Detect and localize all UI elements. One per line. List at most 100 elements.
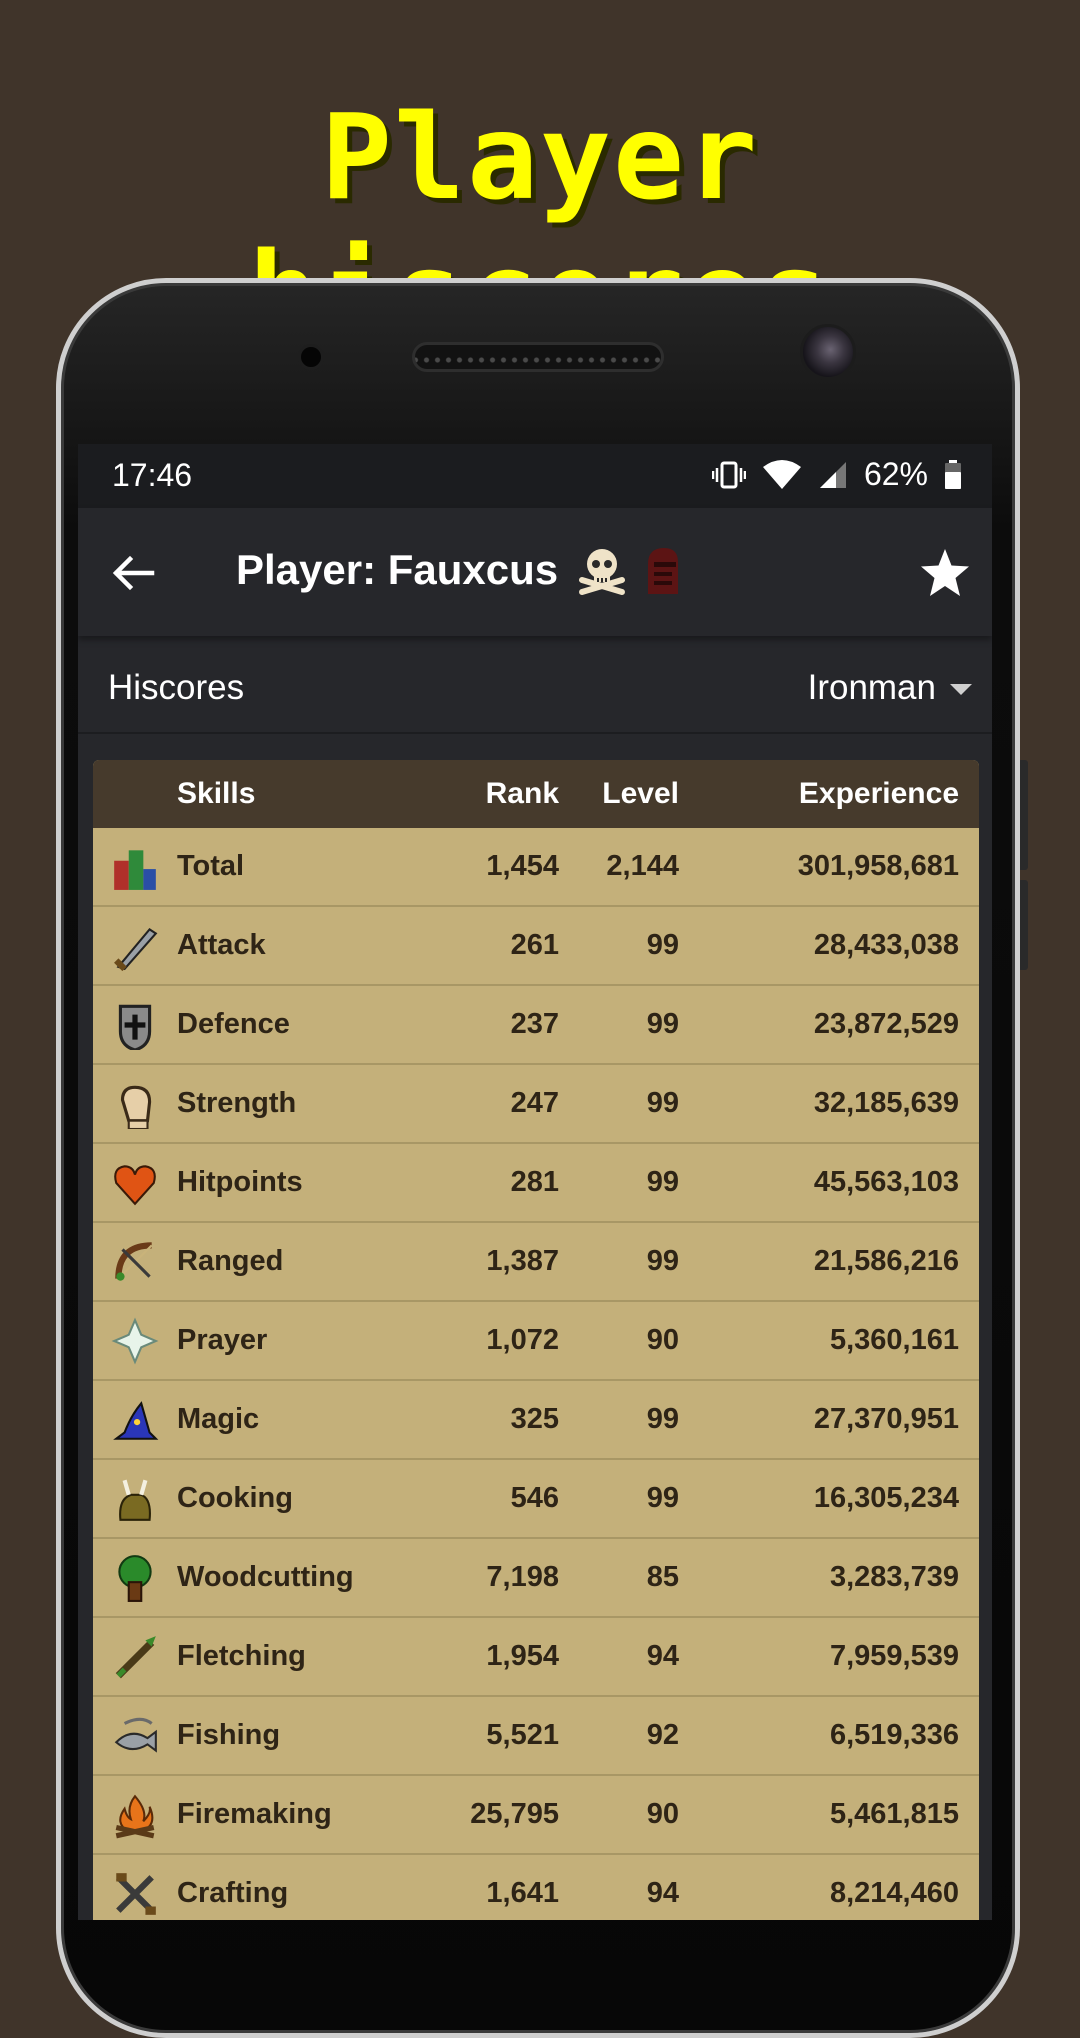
skill-rank: 325 xyxy=(510,1403,559,1435)
hardcore-helmet-icon xyxy=(648,548,678,594)
skill-experience: 5,360,161 xyxy=(829,1324,959,1356)
table-row[interactable]: Defence 237 99 23,872,529 xyxy=(93,986,979,1065)
skill-rank: 281 xyxy=(510,1166,559,1198)
table-header: Skills Rank Level Experience xyxy=(93,760,979,828)
skill-name: Defence xyxy=(177,1008,290,1040)
table-row[interactable]: Hitpoints 281 99 45,563,103 xyxy=(93,1144,979,1223)
table-row[interactable]: Magic 325 99 27,370,951 xyxy=(93,1381,979,1460)
skill-rank: 1,072 xyxy=(486,1324,559,1356)
fletching-icon xyxy=(115,1635,156,1678)
status-bar: 17:46 62% xyxy=(78,444,992,508)
skill-name: Firemaking xyxy=(177,1798,332,1830)
hiscores-label: Hiscores xyxy=(108,668,245,707)
table-row[interactable]: Attack 261 99 28,433,038 xyxy=(93,907,979,986)
table-row[interactable]: Ranged 1,387 99 21,586,216 xyxy=(93,1223,979,1302)
table-row[interactable]: Woodcutting 7,198 85 3,283,739 xyxy=(93,1539,979,1618)
crafting-icon xyxy=(116,1872,156,1915)
skill-name: Crafting xyxy=(177,1877,289,1909)
prayer-icon xyxy=(111,1317,159,1364)
strength-icon xyxy=(120,1085,152,1129)
header-experience: Experience xyxy=(798,777,959,810)
table-row[interactable]: Fishing 5,521 92 6,519,336 xyxy=(93,1697,979,1776)
table-row[interactable]: Firemaking 25,795 90 5,461,815 xyxy=(93,1776,979,1855)
battery-icon xyxy=(945,459,961,489)
skill-name: Strength xyxy=(177,1087,297,1119)
back-arrow-icon[interactable] xyxy=(108,548,158,598)
table-row[interactable]: Fletching 1,954 94 7,959,539 xyxy=(93,1618,979,1697)
skill-level: 90 xyxy=(646,1798,679,1830)
skill-name: Fletching xyxy=(177,1640,306,1672)
skill-name: Hitpoints xyxy=(177,1166,303,1198)
skill-level: 99 xyxy=(646,929,679,961)
firemaking-icon xyxy=(115,1794,155,1838)
skill-level: 99 xyxy=(646,1245,679,1277)
skill-level: 99 xyxy=(646,1482,679,1514)
skill-experience: 8,214,460 xyxy=(829,1877,959,1909)
skill-experience: 6,519,336 xyxy=(829,1719,959,1751)
hitpoints-icon xyxy=(114,1164,156,1205)
skill-experience: 32,185,639 xyxy=(813,1087,959,1119)
skill-experience: 301,958,681 xyxy=(797,850,959,882)
skill-name: Prayer xyxy=(177,1324,268,1356)
skill-experience: 45,563,103 xyxy=(813,1166,959,1198)
skill-name: Fishing xyxy=(177,1719,281,1751)
skill-name: Woodcutting xyxy=(177,1561,354,1593)
skill-rank: 546 xyxy=(510,1482,559,1514)
skill-name: Attack xyxy=(177,929,266,961)
skill-level: 99 xyxy=(646,1403,679,1435)
total-icon xyxy=(114,849,156,890)
table-row[interactable]: Prayer 1,072 90 5,360,161 xyxy=(93,1302,979,1381)
app-toolbar: Player: Fauxcus xyxy=(78,508,992,636)
hiscores-table: Skills Rank Level Experience Total 1,454 2… xyxy=(93,760,979,1920)
woodcutting-icon xyxy=(118,1554,152,1602)
table-row[interactable]: Crafting 1,641 94 8,214,460 xyxy=(93,1855,979,1920)
skill-rank: 261 xyxy=(510,929,559,961)
hiscores-subbar: Hiscores Ironman xyxy=(78,636,992,734)
signal-icon xyxy=(819,461,846,488)
skill-experience: 16,305,234 xyxy=(813,1482,959,1514)
skill-experience: 5,461,815 xyxy=(829,1798,959,1830)
skill-experience: 28,433,038 xyxy=(813,929,959,961)
skill-rank: 1,454 xyxy=(486,850,559,882)
skill-experience: 7,959,539 xyxy=(829,1640,959,1672)
skill-experience: 3,283,739 xyxy=(829,1561,959,1593)
skill-rank: 247 xyxy=(510,1087,559,1119)
skill-rank: 7,198 xyxy=(486,1561,559,1593)
header-skills: Skills xyxy=(177,777,256,810)
attack-icon xyxy=(114,927,158,971)
mode-dropdown-value: Ironman xyxy=(807,668,936,707)
skill-level: 85 xyxy=(646,1561,679,1593)
table-row[interactable]: Cooking 546 99 16,305,234 xyxy=(93,1460,979,1539)
favorite-star-icon[interactable] xyxy=(918,546,972,600)
skill-level: 94 xyxy=(646,1877,679,1909)
skill-experience: 27,370,951 xyxy=(813,1403,959,1435)
skill-rank: 25,795 xyxy=(470,1798,559,1830)
magic-icon xyxy=(113,1400,159,1440)
proximity-sensor xyxy=(298,344,324,370)
ranged-icon xyxy=(115,1241,153,1281)
earpiece-speaker xyxy=(412,342,664,372)
skill-name: Magic xyxy=(177,1403,260,1435)
table-row[interactable]: Strength 247 99 32,185,639 xyxy=(93,1065,979,1144)
table-row[interactable]: Total 1,454 2,144 301,958,681 xyxy=(93,828,979,907)
page-title: Player: Fauxcus xyxy=(236,546,559,593)
skill-rank: 1,387 xyxy=(486,1245,559,1277)
skull-crossbones-icon xyxy=(579,549,625,595)
header-rank: Rank xyxy=(485,777,559,810)
skill-experience: 21,586,216 xyxy=(813,1245,959,1277)
dropdown-arrow-icon xyxy=(950,683,972,695)
skill-rank: 237 xyxy=(510,1008,559,1040)
skill-rank: 1,954 xyxy=(486,1640,559,1672)
skill-level: 99 xyxy=(646,1008,679,1040)
app-screen: 17:46 62% Player: Fauxcus Hiscores Ironm… xyxy=(78,444,992,1920)
skill-name: Total xyxy=(177,850,245,882)
skill-name: Cooking xyxy=(177,1482,293,1514)
skill-level: 92 xyxy=(646,1719,679,1751)
battery-percent: 62% xyxy=(863,456,928,492)
skill-level: 2,144 xyxy=(606,850,679,882)
mode-dropdown[interactable]: Ironman xyxy=(808,668,972,708)
wifi-icon xyxy=(762,459,801,489)
skill-level: 94 xyxy=(646,1640,679,1672)
vibrate-icon xyxy=(711,461,746,488)
header-level: Level xyxy=(602,777,679,810)
